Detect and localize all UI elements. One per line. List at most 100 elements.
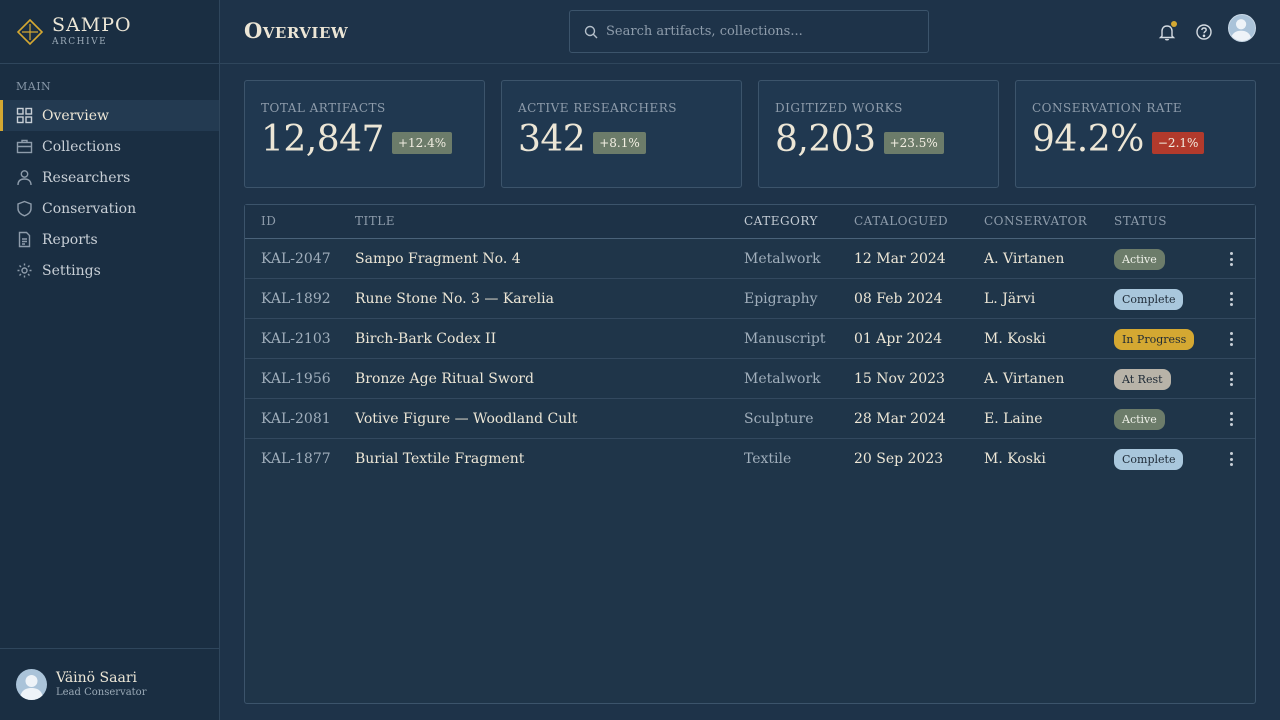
table-header: ID Title Category Catalogued Conservator…	[245, 205, 1255, 239]
notifications-button[interactable]	[1157, 21, 1177, 42]
status-badge: In Progress	[1114, 329, 1195, 350]
sidebar-item-label: Collections	[42, 138, 121, 155]
row-menu-button[interactable]	[1224, 370, 1238, 388]
cell-title: Bronze Age Ritual Sword	[355, 371, 534, 387]
cell-conservator: A. Virtanen	[984, 251, 1065, 267]
search-input[interactable]	[606, 24, 906, 39]
notification-dot	[1171, 21, 1177, 27]
cell-category: Sculpture	[744, 411, 814, 427]
briefcase-icon	[16, 139, 33, 154]
row-menu-button[interactable]	[1224, 410, 1238, 428]
cell-category: Textile	[744, 451, 792, 467]
header-avatar[interactable]	[1228, 14, 1256, 42]
stat-value: 342	[518, 119, 586, 160]
brand-name: SAMPO	[52, 13, 132, 36]
row-menu-button[interactable]	[1224, 450, 1238, 468]
table-row[interactable]: KAL-1892 Rune Stone No. 3 — Karelia Epig…	[245, 279, 1255, 319]
column-header-conservator[interactable]: Conservator	[984, 214, 1087, 228]
cell-title: Burial Textile Fragment	[355, 451, 525, 467]
shield-icon	[17, 200, 32, 217]
cell-catalogued: 28 Mar 2024	[854, 411, 946, 427]
sidebar-item-conservation[interactable]: Conservation	[0, 193, 219, 224]
user-profile[interactable]: Väinö Saari Lead Conservator	[0, 648, 219, 720]
cell-conservator: L. Järvi	[984, 291, 1036, 307]
stat-card-digitized-works[interactable]: Digitized Works 8,203 +23.5%	[758, 80, 999, 188]
page-title: Overview	[244, 18, 349, 43]
stat-label: Total Artifacts	[261, 101, 386, 115]
brand-subtitle: ARCHIVE	[52, 36, 108, 47]
sidebar-item-label: Researchers	[42, 169, 131, 186]
stat-card-conservation-rate[interactable]: Conservation Rate 94.2% −2.1%	[1015, 80, 1256, 188]
top-header: Overview	[220, 0, 1280, 64]
sidebar-item-researchers[interactable]: Researchers	[0, 162, 219, 193]
stat-label: Digitized Works	[775, 101, 903, 115]
sidebar-item-label: Conservation	[42, 200, 137, 217]
sidebar-item-reports[interactable]: Reports	[0, 224, 219, 255]
table-body: KAL-2047 Sampo Fragment No. 4 Metalwork …	[245, 239, 1255, 479]
sidebar-item-label: Overview	[42, 107, 110, 124]
nav-section-label: MAIN	[16, 80, 52, 93]
cell-id: KAL-2103	[261, 331, 331, 347]
cell-id: KAL-2047	[261, 251, 331, 267]
sidebar-item-label: Settings	[42, 262, 101, 279]
cell-id: KAL-1956	[261, 371, 331, 387]
gear-icon	[17, 263, 32, 278]
cell-id: KAL-1877	[261, 451, 331, 467]
brand[interactable]: SAMPO ARCHIVE	[0, 0, 219, 64]
stat-value: 8,203	[775, 119, 876, 160]
stat-delta: +8.1%	[593, 131, 646, 154]
stat-label: Active Researchers	[518, 101, 677, 115]
search-icon	[584, 25, 598, 38]
cell-title: Sampo Fragment No. 4	[355, 251, 521, 267]
column-header-id[interactable]: ID	[261, 214, 276, 228]
stat-delta: +12.4%	[391, 131, 453, 154]
status-badge: Complete	[1114, 289, 1184, 310]
stat-label: Conservation Rate	[1032, 101, 1183, 115]
table-row[interactable]: KAL-1956 Bronze Age Ritual Sword Metalwo…	[245, 359, 1255, 399]
sidebar-item-collections[interactable]: Collections	[0, 131, 219, 162]
stat-card-active-researchers[interactable]: Active Researchers 342 +8.1%	[501, 80, 742, 188]
cell-category: Manuscript	[744, 331, 826, 347]
table-row[interactable]: KAL-2081 Votive Figure — Woodland Cult S…	[245, 399, 1255, 439]
user-name: Väinö Saari	[56, 669, 137, 686]
cell-catalogued: 12 Mar 2024	[854, 251, 946, 267]
row-menu-button[interactable]	[1224, 250, 1238, 268]
user-avatar-icon	[1230, 19, 1252, 41]
cell-category: Metalwork	[744, 371, 821, 387]
cell-conservator: M. Koski	[984, 451, 1046, 467]
column-header-category[interactable]: Category	[744, 214, 818, 228]
more-vertical-icon	[1229, 412, 1233, 415]
stat-delta: +23.5%	[883, 131, 944, 154]
cell-category: Epigraphy	[744, 291, 818, 307]
diamond-logo-icon	[16, 18, 44, 45]
sidebar-item-settings[interactable]: Settings	[0, 255, 219, 286]
more-vertical-icon	[1229, 452, 1233, 455]
table-row[interactable]: KAL-1877 Burial Textile Fragment Textile…	[245, 439, 1255, 479]
cell-category: Metalwork	[744, 251, 821, 267]
more-vertical-icon	[1229, 252, 1233, 255]
stat-card-total-artifacts[interactable]: Total Artifacts 12,847 +12.4%	[244, 80, 485, 188]
avatar	[16, 669, 47, 700]
table-row[interactable]: KAL-2103 Birch-Bark Codex II Manuscript …	[245, 319, 1255, 359]
sidebar-item-label: Reports	[42, 231, 98, 248]
user-avatar-icon	[20, 675, 43, 700]
column-header-catalogued[interactable]: Catalogued	[854, 214, 948, 228]
cell-catalogued: 08 Feb 2024	[854, 291, 943, 307]
help-button[interactable]	[1194, 22, 1214, 42]
row-menu-button[interactable]	[1224, 330, 1238, 348]
cell-conservator: E. Laine	[984, 411, 1043, 427]
search-box[interactable]	[569, 10, 929, 53]
table-row[interactable]: KAL-2047 Sampo Fragment No. 4 Metalwork …	[245, 239, 1255, 279]
user-role: Lead Conservator	[56, 686, 147, 698]
sidebar-item-overview[interactable]: Overview	[0, 100, 219, 131]
document-icon	[18, 231, 31, 248]
stats-row: Total Artifacts 12,847 +12.4% Active Res…	[244, 80, 1256, 188]
status-badge: At Rest	[1114, 369, 1171, 390]
column-header-status[interactable]: Status	[1114, 214, 1167, 228]
row-menu-button[interactable]	[1224, 290, 1238, 308]
column-header-title[interactable]: Title	[355, 214, 395, 228]
stat-delta: −2.1%	[1151, 131, 1205, 154]
stat-value: 12,847	[261, 119, 384, 160]
sidebar-nav: Overview Collections Researchers Conserv…	[0, 100, 219, 286]
status-badge: Complete	[1114, 449, 1184, 470]
